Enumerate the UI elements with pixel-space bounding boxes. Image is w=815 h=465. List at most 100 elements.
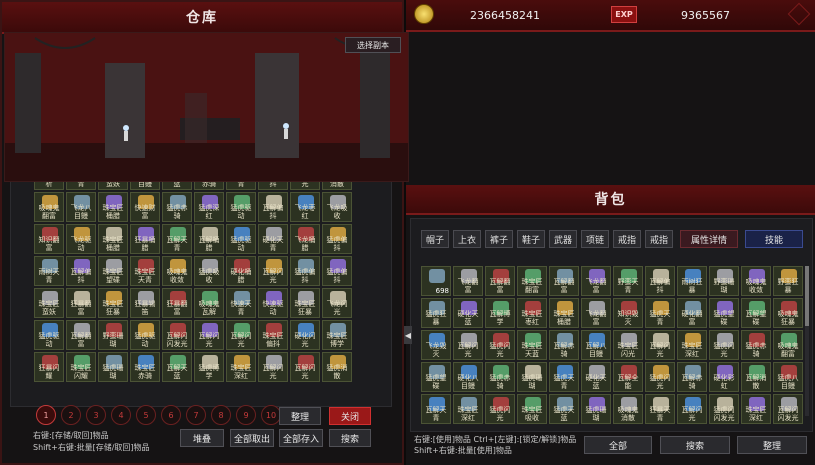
bag-slot[interactable]: 珠宝匠枣红	[517, 298, 547, 328]
bag-slot[interactable]: 珠宝匠深红	[677, 330, 707, 360]
bag-slot[interactable]: 猛虎望碟	[709, 298, 739, 328]
warehouse-slot[interactable]: 飞龙桶腊	[290, 224, 320, 254]
warehouse-slot[interactable]: 珠宝匠桶腊	[98, 224, 128, 254]
warehouse-slot[interactable]: 飞龙驱动	[66, 224, 96, 254]
warehouse-slot[interactable]: 珠宝匠桶腊	[98, 192, 128, 222]
warehouse-slot[interactable]: 珠宝匠望碟	[98, 256, 128, 286]
warehouse-slot[interactable]: 飞龙枣红	[290, 192, 320, 222]
warehouse-slot[interactable]: 狂暴锡笛	[130, 288, 160, 318]
warehouse-search-button[interactable]: 搜索	[329, 429, 371, 447]
bag-slot[interactable]: 吸魂鬼翻富	[773, 330, 803, 360]
bag-slot[interactable]: 吸魂鬼狂暴	[773, 298, 803, 328]
bag-sort-button[interactable]: 整理	[737, 436, 807, 454]
warehouse-slot[interactable]: 猛虎珊瑚	[98, 352, 128, 382]
warehouse-slot[interactable]: 猛虎驱动	[130, 320, 160, 350]
sort-button[interactable]: 整理	[279, 407, 321, 425]
warehouse-slot[interactable]: 猛虎吸收	[194, 256, 224, 286]
collapse-arrow-icon[interactable]: ◀	[404, 326, 412, 344]
bag-slot[interactable]: 瓦解闪光	[677, 394, 707, 424]
warehouse-slot[interactable]: 猛虎消散	[322, 352, 352, 382]
warehouse-slot[interactable]: 快速驱动	[258, 288, 288, 318]
bag-slot[interactable]: 猛虎望碟	[421, 362, 451, 392]
warehouse-slot[interactable]: 珠宝匠深红	[226, 352, 256, 382]
bag-slot[interactable]: 珠宝匠深红	[453, 394, 483, 424]
bag-slot[interactable]: 吸魂鬼收敛	[741, 266, 771, 296]
bag-slot[interactable]: 珠宝匠闪光	[613, 330, 643, 360]
warehouse-slot[interactable]: 瓦解偏抖	[258, 192, 288, 222]
warehouse-slot[interactable]: 狂暴桶腊	[130, 224, 160, 254]
bag-slot[interactable]: 野蛮珊瑚	[709, 266, 739, 296]
warehouse-slot[interactable]: 硬化闪光	[290, 320, 320, 350]
attribute-details-button[interactable]: 属性详情	[680, 230, 738, 248]
bag-slot[interactable]: 吸魂鬼消散	[613, 394, 643, 424]
bag-slot[interactable]: 硬化天蓝	[453, 298, 483, 328]
close-button[interactable]: 关闭	[329, 407, 371, 425]
bag-slot[interactable]: 瓦解天青	[421, 394, 451, 424]
bag-tab[interactable]: 武器	[549, 230, 577, 248]
bag-slot[interactable]: 猛虎闪光	[485, 394, 515, 424]
bag-slot[interactable]: 珠宝匠翻富	[517, 266, 547, 296]
warehouse-slot[interactable]: 瓦解闪光	[258, 256, 288, 286]
warehouse-slot[interactable]: 雨树天青	[34, 256, 64, 286]
warehouse-slot[interactable]: 狂暴翻富	[66, 288, 96, 318]
bag-slot[interactable]: 猛虎八目鳗	[773, 362, 803, 392]
warehouse-slot[interactable]: 珠宝匠赤骑	[130, 352, 160, 382]
bag-slot[interactable]: 猛虎珊瑚	[517, 362, 547, 392]
warehouse-slot[interactable]: 飞龙八目鳗	[66, 192, 96, 222]
warehouse-slot[interactable]: 瓦解闪光	[290, 352, 320, 382]
bag-slot[interactable]: 瓦解翻富	[485, 266, 515, 296]
warehouse-slot[interactable]: 瓦解闪光	[226, 320, 256, 350]
bag-slot[interactable]: 猛虎闪光	[709, 330, 739, 360]
bag-slot[interactable]: 雨树狂暴	[677, 266, 707, 296]
warehouse-slot[interactable]: 猛虎博学	[194, 352, 224, 382]
warehouse-slot[interactable]: 快速天青	[226, 288, 256, 318]
warehouse-slot[interactable]: 快速财富	[130, 192, 160, 222]
warehouse-slot[interactable]: 珠宝匠偏抖	[258, 320, 288, 350]
bag-slot[interactable]: 飞龙翻富	[581, 298, 611, 328]
warehouse-slot[interactable]: 猛虎偏抖	[322, 224, 352, 254]
bag-slot[interactable]: 瓦解翻富	[549, 266, 579, 296]
warehouse-slot[interactable]: 珠宝匠闪耀	[66, 352, 96, 382]
warehouse-slot[interactable]: 瓦解闪光	[194, 320, 224, 350]
bag-tab[interactable]: 戒指	[645, 230, 673, 248]
warehouse-slot[interactable]: 珠宝匠狂暴	[98, 288, 128, 318]
bag-slot[interactable]: 瓦解赤骑	[677, 362, 707, 392]
bag-scrollbar-thumb[interactable]	[805, 266, 809, 326]
bag-slot[interactable]: 瓦解闪光	[645, 330, 675, 360]
bag-slot[interactable]: 瓦解闪闪发光	[773, 394, 803, 424]
bag-slot[interactable]: 飞龙翻富	[453, 266, 483, 296]
bag-slot[interactable]: 硬化彩虹	[709, 362, 739, 392]
page-4[interactable]: 4	[111, 405, 131, 425]
warehouse-slot[interactable]: 猛虎驱动	[34, 320, 64, 350]
bag-slot[interactable]: 狂暴天青	[645, 394, 675, 424]
bag-slot[interactable]: 珠宝匠天蓝	[517, 330, 547, 360]
page-8[interactable]: 8	[211, 405, 231, 425]
bag-slot[interactable]: 瓦解全能	[613, 362, 643, 392]
warehouse-slot[interactable]: 飞龙闪光	[322, 288, 352, 318]
bag-slot[interactable]: 野蛮天青	[613, 266, 643, 296]
warehouse-slot[interactable]: 珠宝匠蛮妖	[34, 288, 64, 318]
bag-slot[interactable]: 飞龙毁灭	[421, 330, 451, 360]
page-9[interactable]: 9	[236, 405, 256, 425]
warehouse-slot[interactable]: 猛虎赤骑	[162, 192, 192, 222]
page-3[interactable]: 3	[86, 405, 106, 425]
bag-slot[interactable]: 猛虎珊瑚	[581, 394, 611, 424]
warehouse-slot[interactable]: 猛虎偏抖	[322, 256, 352, 286]
bag-slot[interactable]: 猛虎闪光	[485, 330, 515, 360]
page-7[interactable]: 7	[186, 405, 206, 425]
warehouse-slot[interactable]: 猛虎驱动	[226, 224, 256, 254]
bag-slot[interactable]: 硬化翻富	[677, 298, 707, 328]
warehouse-slot[interactable]: 知识翻富	[34, 224, 64, 254]
warehouse-slot[interactable]: 瓦解天青	[162, 224, 192, 254]
warehouse-slot[interactable]: 猛虎深红	[194, 192, 224, 222]
warehouse-slot[interactable]: 猛虎驱动	[226, 192, 256, 222]
bag-slot[interactable]: 瓦解八目鳗	[581, 330, 611, 360]
warehouse-slot[interactable]: 珠宝匠博学	[322, 320, 352, 350]
warehouse-slot[interactable]: 瓦解翻富	[66, 320, 96, 350]
bag-slot[interactable]: 珠宝匠深红	[741, 394, 771, 424]
bag-slot[interactable]: 猛虎闪光	[645, 362, 675, 392]
warehouse-slot[interactable]: 瓦解桶腊	[194, 224, 224, 254]
bag-slot[interactable]: 猛虎闪闪发光	[709, 394, 739, 424]
page-10[interactable]: 10	[261, 405, 281, 425]
bag-all-button[interactable]: 全部	[584, 436, 652, 454]
